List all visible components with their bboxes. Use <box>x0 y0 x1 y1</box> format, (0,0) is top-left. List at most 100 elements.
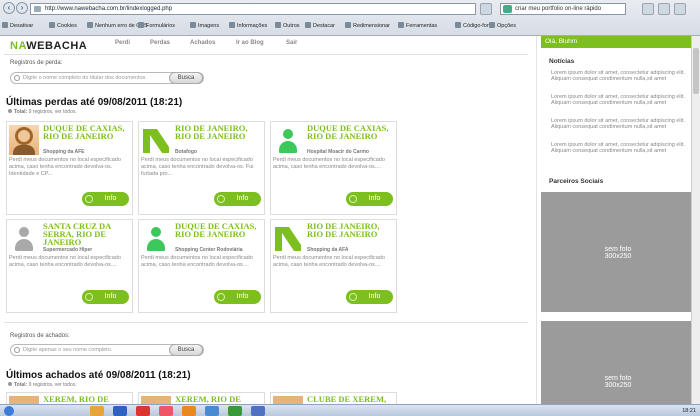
found-record-card[interactable]: XEREM, RIO DE <box>6 392 133 404</box>
toolbar-item[interactable]: Redimensionar <box>345 20 390 32</box>
record-place: Shopping da AFE <box>43 149 85 155</box>
toolbar-item[interactable]: Imagens <box>190 20 219 32</box>
taskbar-app-icon[interactable] <box>251 406 265 416</box>
lost-record-card[interactable]: DUQUE DE CAXIAS, RIO DE JANEIRO Shopping … <box>6 121 133 215</box>
toolbar-item-label: Redimensionar <box>353 23 390 29</box>
menu-perdi[interactable]: Perdi <box>115 40 130 46</box>
found-total: Total: 9 registros, ver todos. <box>8 382 77 388</box>
record-description: Perdi meus documentos no local especific… <box>273 157 385 170</box>
back-arrow-icon[interactable]: ‹ <box>3 2 15 14</box>
found-search-button[interactable]: Busca <box>169 344 203 356</box>
lost-record-card[interactable]: DUQUE DE CAXIAS, RIO DE JANEIRO Shopping … <box>138 219 265 313</box>
taskbar-app-icon[interactable] <box>90 406 104 416</box>
lost-search-label: Registros de perda: <box>10 60 63 66</box>
bookmarks-icon[interactable] <box>658 3 670 15</box>
info-label: Info <box>104 293 117 300</box>
search-engine-icon <box>503 5 512 13</box>
lost-record-card[interactable]: RIO DE JANEIRO, RIO DE JANEIRO Botafogo Pe… <box>138 121 265 215</box>
lost-record-card[interactable]: RIO DE JANEIRO, RIO DE JANEIRO Shopping d… <box>270 219 397 313</box>
record-city[interactable]: CLUBE DE XEREM, <box>307 395 396 404</box>
page-scrollbar[interactable] <box>691 36 700 404</box>
toolbar-item-icon <box>229 22 235 28</box>
toolbar-item[interactable]: Formulários <box>138 20 175 32</box>
news-item[interactable]: Lorem ipsum dolor sit amet, consectetur … <box>551 70 691 82</box>
menu-blog[interactable]: Ir ao Blog <box>236 40 264 46</box>
menu-perdas[interactable]: Perdas <box>150 40 170 46</box>
lost-record-card[interactable]: SANTA CRUZ DA SERRA, RIO DE JANEIRO Super… <box>6 219 133 313</box>
toolbar-item[interactable]: Ferramentas <box>398 20 437 32</box>
record-city[interactable]: XEREM, RIO DE <box>175 395 264 404</box>
greeting-bar[interactable]: Olá, Bluhm <box>541 36 695 48</box>
view-all-found-link[interactable]: ver todos. <box>55 382 77 388</box>
ad-size: 300x250 <box>604 253 632 260</box>
toolbar-item-icon <box>275 22 281 28</box>
toolbar-item[interactable]: Outros <box>275 20 300 32</box>
news-item[interactable]: Lorem ipsum dolor sit amet, consectetur … <box>551 118 691 130</box>
plus-icon <box>85 293 93 301</box>
record-city[interactable]: RIO DE JANEIRO, RIO DE JANEIRO <box>175 124 265 141</box>
plus-icon <box>349 195 357 203</box>
info-button[interactable]: Info <box>214 290 261 304</box>
menu-icon[interactable] <box>674 3 686 15</box>
taskbar-app-icon[interactable] <box>182 406 196 416</box>
record-city[interactable]: SANTA CRUZ DA SERRA, RIO DE JANEIRO <box>43 222 133 247</box>
record-city[interactable]: XEREM, RIO DE <box>43 395 132 404</box>
info-button[interactable]: Info <box>214 192 261 206</box>
ad-placeholder[interactable]: sem foto 300x250 <box>541 321 695 404</box>
forward-arrow-icon[interactable]: › <box>16 2 28 14</box>
news-item[interactable]: Lorem ipsum dolor sit amet, consectetur … <box>551 94 691 106</box>
toolbar-item[interactable]: Opções <box>489 20 516 32</box>
scrollbar-thumb[interactable] <box>693 48 699 94</box>
info-button[interactable]: Info <box>346 192 393 206</box>
taskbar-app-icon[interactable] <box>113 406 127 416</box>
record-place: Shopping Center Rodoviária <box>175 247 243 253</box>
info-button[interactable]: Info <box>82 192 129 206</box>
info-label: Info <box>236 293 249 300</box>
browser-search-input[interactable]: criar meu portfolio on-line rápido <box>500 3 626 15</box>
view-all-lost-link[interactable]: ver todos. <box>55 109 77 115</box>
taskbar-app-icon[interactable] <box>205 406 219 416</box>
toolbar-item[interactable]: Cookies <box>49 20 77 32</box>
search-icon <box>14 347 20 353</box>
lost-search-button[interactable]: Busca <box>169 72 203 84</box>
record-place: Shopping da AFA <box>307 247 349 253</box>
news-item[interactable]: Lorem ipsum dolor sit amet, consectetur … <box>551 142 691 154</box>
logo-thumbnail <box>141 125 171 155</box>
lost-section-title: Últimas perdas até 09/08/2011 (18:21) <box>6 97 183 108</box>
taskbar-app-icon[interactable] <box>136 406 150 416</box>
refresh-icon[interactable] <box>480 3 492 15</box>
found-record-card[interactable]: XEREM, RIO DE <box>138 392 265 404</box>
record-city[interactable]: RIO DE JANEIRO, RIO DE JANEIRO <box>307 222 397 239</box>
toolbar-item-icon <box>489 22 495 28</box>
found-search-input[interactable]: Digite apenas o seu nome completo. <box>23 345 112 355</box>
home-icon[interactable] <box>642 3 654 15</box>
record-city[interactable]: DUQUE DE CAXIAS, RIO DE JANEIRO <box>175 222 265 239</box>
found-section-title: Últimos achados até 09/08/2011 (18:21) <box>6 370 191 381</box>
toolbar-item[interactable]: Informações <box>229 20 267 32</box>
menu-achados[interactable]: Achados <box>190 40 215 46</box>
found-record-card[interactable]: CLUBE DE XEREM, <box>270 392 397 404</box>
record-city[interactable]: DUQUE DE CAXIAS, RIO DE JANEIRO <box>307 124 397 141</box>
address-bar[interactable]: http://www.nawebacha.com.br/lindexlogged… <box>30 3 476 15</box>
avatar-placeholder-icon <box>141 223 171 253</box>
toolbar-item[interactable]: Destacar <box>305 20 335 32</box>
total-icon <box>8 109 12 113</box>
taskbar-app-icon[interactable] <box>228 406 242 416</box>
record-city[interactable]: DUQUE DE CAXIAS, RIO DE JANEIRO <box>43 124 133 141</box>
menu-sair[interactable]: Sair <box>286 40 297 46</box>
site-logo[interactable]: NAWEBACHA <box>10 40 87 52</box>
toolbar-item-icon <box>398 22 404 28</box>
start-button-icon[interactable] <box>4 406 14 416</box>
lost-search-input[interactable]: Digite o nome completo do titular dos do… <box>23 73 147 83</box>
photo-thumbnail <box>141 396 171 404</box>
logo-thumbnail <box>273 223 303 253</box>
info-button[interactable]: Info <box>82 290 129 304</box>
ad-placeholder[interactable]: sem foto 300x250 <box>541 192 695 312</box>
photo-thumbnail <box>9 125 39 155</box>
taskbar-app-icon[interactable] <box>159 406 173 416</box>
info-button[interactable]: Info <box>346 290 393 304</box>
toolbar-item-icon <box>138 22 144 28</box>
lost-record-card[interactable]: DUQUE DE CAXIAS, RIO DE JANEIRO Hospital … <box>270 121 397 215</box>
toolbar-item[interactable]: Desativar <box>2 20 33 32</box>
avatar-placeholder-icon <box>9 223 39 253</box>
